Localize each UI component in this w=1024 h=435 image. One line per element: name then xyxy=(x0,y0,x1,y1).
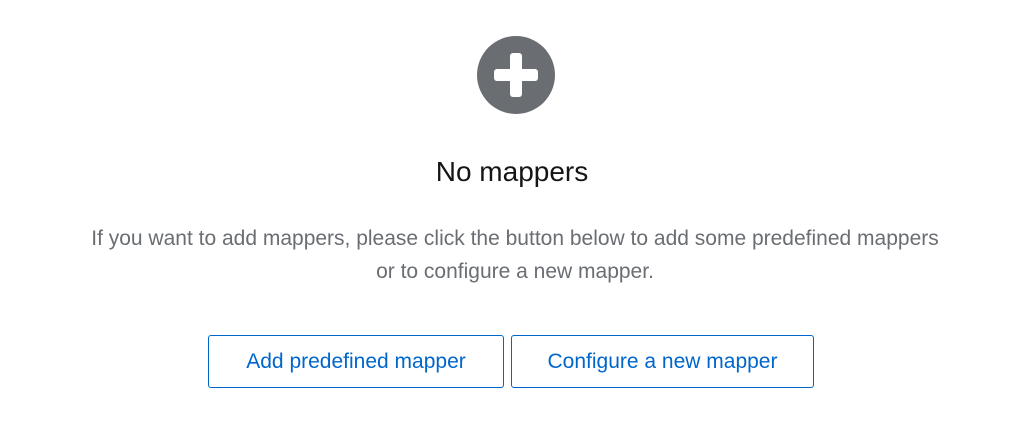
plus-circle-icon xyxy=(477,36,555,114)
add-predefined-mapper-button[interactable]: Add predefined mapper xyxy=(208,335,504,388)
empty-state-title: No mappers xyxy=(435,156,589,187)
configure-new-mapper-button[interactable]: Configure a new mapper xyxy=(511,335,814,388)
empty-state-body: If you want to add mappers, please click… xyxy=(91,227,939,283)
empty-state-actions: Add predefined mapper Configure a new ma… xyxy=(0,335,1024,388)
empty-state: No mappers If you want to add mappers, p… xyxy=(0,0,1024,435)
